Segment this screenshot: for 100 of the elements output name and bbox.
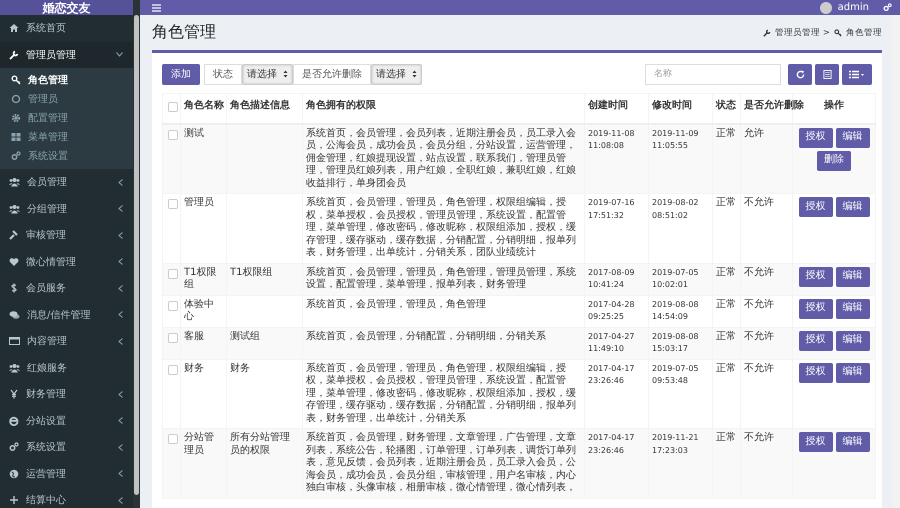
row-checkbox[interactable]: [168, 332, 178, 342]
key-icon: [11, 74, 21, 84]
action-button[interactable]: 授权: [798, 128, 832, 148]
settings-icon[interactable]: [883, 3, 892, 12]
sidebar-item[interactable]: 系统设置: [0, 434, 133, 460]
sidebar-item[interactable]: 结算中心: [0, 487, 133, 508]
table-cell: 所有分站管理员的权限: [230, 432, 290, 456]
submenu-item[interactable]: 系统设置: [0, 146, 133, 165]
sidebar-item[interactable]: 财务管理: [0, 381, 133, 408]
row-checkbox[interactable]: [168, 434, 178, 444]
row-checkbox[interactable]: [168, 300, 178, 310]
sidebar-item[interactable]: 运营管理: [0, 460, 133, 487]
column-header[interactable]: 角色拥有的权限: [306, 100, 376, 111]
columns-icon: [822, 70, 832, 78]
table-cell: 测试组: [230, 330, 260, 342]
table-cell: 系统首页，会员管理，会员列表，近期注册会员，员工录入会员，公海会员，成功会员，会员分组，分站设置，运营管理，佣金管理，红娘提现设置，站点设置，联系我们，管理员管理，管理员红娘列表，用户红娘，全职红娘，兼职红娘，红娘收益排行，单身团会员: [306, 128, 576, 188]
row-checkbox[interactable]: [168, 268, 178, 278]
users-icon: [9, 204, 20, 214]
users-icon: [9, 177, 20, 188]
submenu-item[interactable]: 菜单管理: [0, 127, 133, 146]
columns-button[interactable]: [815, 64, 839, 84]
key-icon: [834, 28, 842, 36]
action-button[interactable]: 授权: [798, 197, 832, 217]
chevron-left-icon: [118, 390, 123, 398]
action-button[interactable]: 授权: [798, 330, 832, 350]
table-cell: 正常: [716, 432, 736, 443]
avatar[interactable]: [820, 2, 832, 14]
action-button[interactable]: 授权: [798, 266, 832, 286]
action-button[interactable]: 编辑: [836, 362, 870, 382]
updown-icon: [412, 70, 417, 78]
table-cell-text: 2017-08-09 10:41:24: [588, 266, 636, 291]
sidebar-item[interactable]: 分组管理: [0, 196, 133, 222]
sidebar-item[interactable]: 红娘服务: [0, 354, 133, 381]
sidebar-item[interactable]: 微心情管理: [0, 248, 133, 275]
action-button[interactable]: 编辑: [836, 128, 870, 148]
row-checkbox[interactable]: [168, 364, 178, 374]
table-cell-text: 2019-08-02 08:51:02: [652, 197, 700, 222]
user-name[interactable]: admin: [838, 2, 869, 13]
table-cell-text: 2019-07-05 09:53:48: [652, 362, 700, 387]
action-button[interactable]: 授权: [798, 362, 832, 382]
table-cell: 允许: [744, 128, 764, 138]
sidebar-item[interactable]: 会员服务: [0, 275, 133, 302]
action-button[interactable]: 编辑: [836, 432, 870, 452]
chevron-left-icon: [118, 444, 123, 451]
table-cell: 客服: [184, 330, 204, 342]
scrollbar[interactable]: [133, 0, 140, 508]
action-button[interactable]: 编辑: [836, 266, 870, 286]
dollar-icon: [9, 283, 19, 294]
sidebar-item[interactable]: 分站设置: [0, 408, 133, 434]
page-title: 角色管理: [152, 22, 217, 43]
submenu-item[interactable]: 角色管理: [0, 70, 133, 89]
circle-icon: [11, 94, 21, 104]
menu-icon[interactable]: [152, 4, 161, 12]
column-header[interactable]: 操作: [824, 100, 844, 111]
search-field[interactable]: 名称: [645, 64, 781, 84]
table-cell-text: 2019-11-09 11:05:55: [652, 128, 700, 152]
table-cell: 系统首页，会员管理，财务管理，文章管理，广告管理，文章列表，系统公告，轮播图，订单管理，订单列表，调货订单列表，意见反馈，会员列表，近期注册会员，员工录入会员，公海会员，成功会员，会员分组，审核管理，用户名审核，内心独白审核，头像审核，相册审核，微心情管理，微心情列表，: [306, 432, 576, 493]
heart-icon: [9, 256, 19, 267]
breadcrumb-link[interactable]: 管理员管理 >: [775, 26, 830, 38]
table-cell: 系统首页，会员管理，管理员，角色管理，权限组编辑，授权，菜单授权，会员授权，管理员管理，系统设置，配置管理，菜单管理，修改密码，修改昵称，权限组添加，授权，缓存管理，缓存驱动，缓存数据，分销配置，分销明细，报单列表，财务管理，出单统计，分销关系，团队业绩统计: [306, 197, 576, 258]
chevron-left-icon: [118, 338, 123, 345]
table-cell: 系统首页，会员管理，分销配置，分销明细，分销关系: [306, 330, 546, 342]
table-cell: 正常: [716, 128, 736, 138]
sidebar-item[interactable]: 审核管理: [0, 222, 133, 248]
action-button[interactable]: 编辑: [836, 197, 870, 217]
list-menu-button[interactable]: [842, 64, 872, 84]
filter-select[interactable]: 请选择: [242, 64, 293, 84]
action-button[interactable]: 授权: [798, 432, 832, 452]
add-button[interactable]: 添加: [162, 64, 200, 84]
grid-icon: [11, 132, 21, 142]
submenu-item[interactable]: 配置管理: [0, 108, 133, 127]
table-cell: 不允许: [744, 298, 774, 310]
sidebar-item[interactable]: 内容管理: [0, 328, 133, 354]
action-button[interactable]: 删除: [817, 150, 851, 170]
table-cell-text: 2019-11-08 11:08:08: [588, 128, 636, 152]
chevron-left-icon: [118, 258, 123, 266]
row-checkbox[interactable]: [168, 199, 178, 209]
sidebar-item[interactable]: 系统首页: [0, 15, 133, 42]
app-logo[interactable]: 婚恋交友: [0, 0, 133, 15]
table-cell: 正常: [716, 266, 736, 278]
sidebar-item[interactable]: 会员管理: [0, 169, 133, 196]
breadcrumb-current: 角色管理: [846, 26, 882, 38]
gears-icon: [9, 442, 19, 452]
sidebar-item[interactable]: 管理员管理: [0, 42, 133, 68]
sidebar-item[interactable]: 消息/信件管理: [0, 302, 133, 328]
row-checkbox[interactable]: [168, 130, 178, 140]
action-button[interactable]: 编辑: [836, 298, 870, 318]
table-cell-text: 2019-08-08 14:54:09: [652, 298, 700, 323]
table-cell: 体验中心: [184, 298, 214, 322]
table-cell: 正常: [716, 197, 736, 208]
table-cell-text: 2017-04-17 23:26:46: [588, 362, 636, 387]
globe-icon: [9, 468, 19, 479]
select-all-checkbox[interactable]: [168, 102, 178, 112]
column-header[interactable]: 是否允许删除: [744, 100, 804, 111]
filter-select[interactable]: 请选择: [371, 64, 422, 84]
refresh-button[interactable]: [788, 64, 812, 84]
action-button[interactable]: 编辑: [836, 330, 870, 350]
table-cell: 系统首页，会员管理，管理员，角色管理: [306, 298, 486, 310]
submenu-item[interactable]: 管理员: [0, 89, 133, 108]
action-button[interactable]: 授权: [798, 298, 832, 318]
